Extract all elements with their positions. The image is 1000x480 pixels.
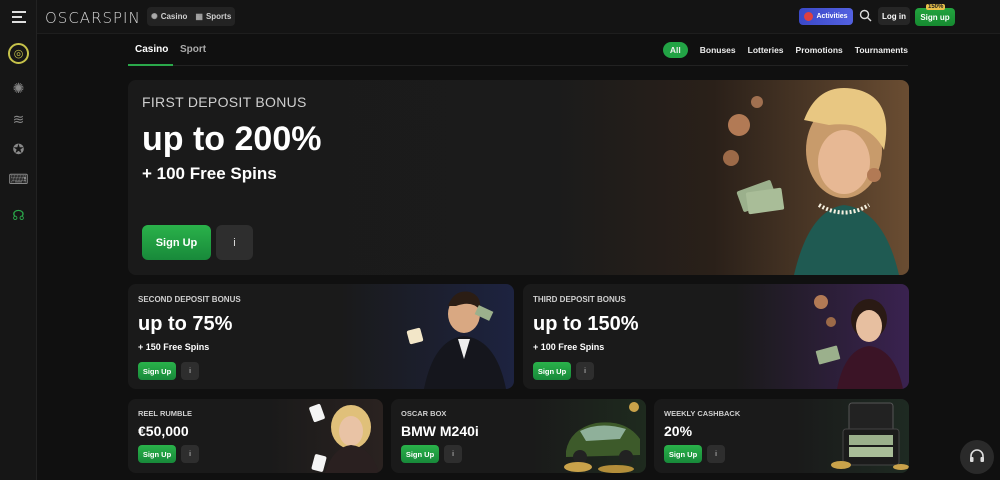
filter-promotions[interactable]: Promotions — [796, 45, 843, 55]
activities-icon — [804, 12, 814, 21]
filter-bonuses[interactable]: Bonuses — [700, 45, 736, 55]
card-tag: SECOND DEPOSIT BONUS — [138, 295, 241, 304]
topnav-sports-label: Sports — [205, 12, 232, 21]
support-chat-button[interactable] — [960, 440, 994, 474]
topnav-sports[interactable]: ▦ Sports — [195, 12, 231, 21]
card-headline: 20% — [664, 423, 693, 439]
soccer-ball-icon[interactable]: ✪ — [10, 141, 27, 158]
woman-illustration — [723, 88, 899, 275]
signup-badge: 150% — [926, 4, 946, 10]
activities-button[interactable]: Activities — [799, 8, 853, 25]
signup-cta-button[interactable]: Sign Up — [401, 445, 439, 463]
info-icon[interactable]: i — [181, 445, 199, 463]
card-tag: OSCAR BOX — [401, 409, 447, 418]
live-icon[interactable]: ≋ — [10, 111, 27, 128]
login-button[interactable]: Log in — [878, 7, 910, 25]
card-tag: WEEKLY CASHBACK — [664, 409, 741, 418]
cash-briefcase-illustration — [831, 402, 909, 470]
info-icon[interactable]: i — [707, 445, 725, 463]
info-icon[interactable]: i — [444, 445, 462, 463]
casino-icon[interactable]: ◎ — [8, 43, 29, 64]
headset-icon[interactable]: ☊ — [10, 207, 27, 224]
filter-all[interactable]: All — [662, 42, 688, 58]
gamepad-icon[interactable]: ⌨ — [8, 171, 28, 188]
filter-lotteries[interactable]: Lotteries — [748, 45, 784, 55]
filter-bar: All Bonuses Lotteries Promotions Tournam… — [662, 42, 908, 58]
search-icon[interactable] — [859, 9, 872, 22]
info-icon[interactable]: i — [576, 362, 594, 380]
info-icon[interactable]: i — [216, 225, 253, 260]
card-tag: REEL RUMBLE — [138, 409, 193, 418]
tab-casino[interactable]: Casino — [135, 44, 168, 55]
activities-label: Activities — [816, 13, 848, 20]
third-deposit-card[interactable]: THIRD DEPOSIT BONUS up to 150% + 100 Fre… — [523, 284, 909, 389]
card-headline: up to 200% — [142, 120, 322, 158]
filter-tournaments[interactable]: Tournaments — [855, 45, 908, 55]
card-headline: up to 150% — [533, 313, 639, 335]
topnav-casino[interactable]: ✺ Casino — [151, 12, 187, 21]
category-tabs: Casino Sport All Bonuses Lotteries Promo… — [128, 36, 908, 66]
casino-icon: ✺ — [151, 12, 158, 21]
card-headline: €50,000 — [138, 423, 189, 439]
signup-cta-button[interactable]: Sign Up — [533, 362, 571, 380]
card-tag: FIRST DEPOSIT BONUS — [142, 94, 307, 110]
card-subline: + 100 Free Spins — [533, 342, 605, 352]
top-nav: ✺ Casino ▦ Sports — [147, 7, 236, 26]
man-illustration — [406, 291, 506, 389]
oscar-box-card[interactable]: OSCAR BOX BMW M240i Sign Up i — [391, 399, 646, 473]
first-deposit-card[interactable]: FIRST DEPOSIT BONUS up to 200% + 100 Fre… — [128, 80, 909, 275]
signup-cta-button[interactable]: Sign Up — [138, 445, 176, 463]
second-deposit-card[interactable]: SECOND DEPOSIT BONUS up to 75% + 150 Fre… — [128, 284, 514, 389]
weekly-cashback-card[interactable]: WEEKLY CASHBACK 20% Sign Up i — [654, 399, 909, 473]
car-illustration — [564, 402, 640, 473]
card-tag: THIRD DEPOSIT BONUS — [533, 295, 626, 304]
reel-rumble-card[interactable]: REEL RUMBLE €50,000 Sign Up i — [128, 399, 383, 473]
woman-cards-illustration — [309, 403, 379, 473]
tab-sport[interactable]: Sport — [180, 44, 206, 55]
brand-logo[interactable]: OSCARSPIN — [45, 9, 141, 27]
tab-underline — [128, 64, 173, 66]
poker-chip-icon[interactable]: ✺ — [10, 80, 27, 97]
info-icon[interactable]: i — [181, 362, 199, 380]
card-headline: BMW M240i — [401, 423, 479, 439]
signup-cta-button[interactable]: Sign Up — [138, 362, 176, 380]
card-subline: + 150 Free Spins — [138, 342, 210, 352]
signup-cta-button[interactable]: Sign Up — [142, 225, 211, 260]
topnav-casino-label: Casino — [160, 12, 188, 21]
sports-icon: ▦ — [195, 12, 203, 21]
woman-brunette-illustration — [814, 295, 903, 389]
headset-icon — [970, 449, 984, 462]
sidebar: ◎ ✺ ≋ ✪ ⌨ ☊ — [0, 0, 37, 480]
signup-cta-button[interactable]: Sign Up — [664, 445, 702, 463]
menu-icon[interactable] — [10, 8, 27, 25]
signup-button[interactable]: Sign up — [915, 8, 955, 26]
card-subline: + 100 Free Spins — [142, 164, 277, 183]
top-bar: OSCARSPIN ✺ Casino ▦ Sports — [37, 0, 1000, 34]
card-headline: up to 75% — [138, 313, 233, 335]
